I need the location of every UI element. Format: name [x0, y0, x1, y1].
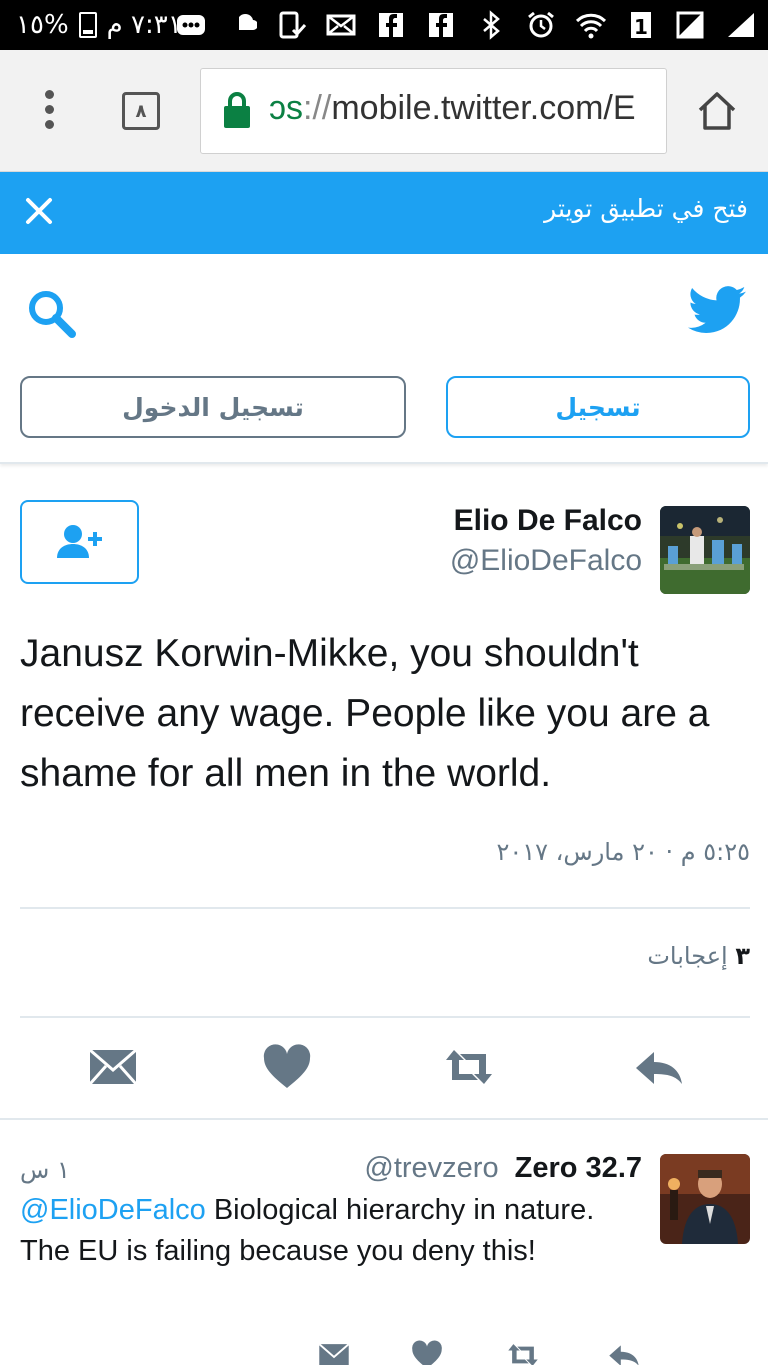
open-in-app-label[interactable]: فتح في تطبيق تويتر — [544, 194, 748, 223]
close-icon[interactable] — [22, 194, 56, 228]
heart-icon — [412, 1340, 442, 1365]
login-button[interactable]: تسجيل الدخول — [20, 376, 406, 438]
svg-text:1: 1 — [634, 15, 648, 39]
reply-handle[interactable]: @trevzero — [364, 1152, 498, 1184]
tabs-button[interactable]: ٨ — [122, 92, 160, 130]
status-bar: ٧:٣١ م %١٥ 1 — [0, 0, 768, 50]
wifi-icon — [574, 10, 608, 40]
divider — [20, 907, 750, 909]
divider — [20, 1016, 750, 1018]
heart-icon — [263, 1044, 311, 1088]
open-in-app-banner[interactable]: فتح في تطبيق تويتر — [0, 172, 768, 254]
sim-1-icon: 1 — [624, 10, 658, 40]
avatar[interactable] — [660, 1154, 750, 1244]
reply-name[interactable]: Zero 32.7 — [515, 1152, 642, 1184]
twitter-header: تسجيل الدخول تسجيل — [0, 254, 768, 464]
direct-message-button[interactable] — [88, 1044, 138, 1090]
tweet-timestamp[interactable]: ٥:٢٥ م · ٢٠ مارس، ٢٠١٧ — [496, 838, 750, 866]
retweet-button[interactable] — [444, 1044, 494, 1090]
envelope-icon — [318, 1343, 350, 1365]
phone-check-icon — [274, 10, 308, 40]
reply-reply-button[interactable] — [608, 1340, 640, 1365]
notification-icons: 1 — [174, 8, 758, 42]
signup-button[interactable]: تسجيل — [446, 376, 750, 438]
reply-retweet-button[interactable] — [507, 1340, 539, 1365]
status-left: ٧:٣١ م %١٥ — [16, 10, 182, 40]
search-icon[interactable] — [26, 288, 78, 340]
like-button[interactable] — [262, 1044, 312, 1090]
follow-user-icon — [56, 525, 102, 558]
reply-direct-message-button[interactable] — [318, 1340, 350, 1365]
alarm-icon — [524, 10, 558, 40]
clock: ٧:٣١ م — [106, 10, 182, 40]
no-sim-icon — [674, 10, 708, 40]
reply-icon — [609, 1345, 639, 1365]
signal-icon — [724, 10, 758, 40]
reply-author[interactable]: @trevzero Zero 32.7 — [364, 1152, 642, 1185]
reply-text: @ElioDeFalco Biological hierarchy in nat… — [20, 1194, 595, 1267]
facebook-icon — [374, 10, 408, 40]
address-bar[interactable]: ɔs://mobile.twitter.com/E — [200, 68, 667, 154]
twitter-bird-icon[interactable] — [688, 284, 746, 336]
url-text: ɔs://mobile.twitter.com/E — [269, 89, 636, 127]
battery-icon — [78, 12, 97, 38]
browser-toolbar: ٨ ɔs://mobile.twitter.com/E — [0, 50, 768, 172]
retweet-icon — [508, 1344, 538, 1365]
reply-like-button[interactable] — [411, 1340, 443, 1365]
author-handle[interactable]: @ElioDeFalco — [450, 544, 642, 578]
lock-icon — [224, 92, 250, 128]
browser-menu-icon[interactable] — [36, 90, 62, 134]
home-icon[interactable] — [696, 90, 738, 132]
author-name[interactable]: Elio De Falco — [454, 504, 642, 538]
mail-icon — [324, 10, 358, 40]
reply-icon — [636, 1052, 682, 1084]
bluetooth-icon — [474, 10, 508, 40]
envelope-icon — [88, 1048, 138, 1085]
reply-tweet[interactable]: @trevzero Zero 32.7 ١ س @ElioDeFalco Bio… — [0, 1122, 768, 1365]
reply-button[interactable] — [634, 1044, 684, 1090]
soundcloud-icon — [224, 10, 258, 40]
facebook-icon — [424, 10, 458, 40]
follow-button[interactable] — [20, 500, 139, 584]
mention-link[interactable]: @ElioDeFalco — [20, 1194, 206, 1226]
likes-count[interactable]: ٣ إعجابات — [647, 942, 750, 970]
reply-timestamp[interactable]: ١ س — [20, 1156, 70, 1184]
more-icon — [174, 10, 208, 40]
tweet-text: Janusz Korwin-Mikke, you shouldn't recei… — [20, 632, 710, 795]
divider — [0, 1118, 768, 1120]
avatar[interactable] — [660, 506, 750, 594]
main-tweet: Elio De Falco @ElioDeFalco Janusz Korwin… — [0, 466, 768, 1120]
retweet-icon — [446, 1050, 492, 1084]
battery-percent: %١٥ — [16, 10, 69, 40]
